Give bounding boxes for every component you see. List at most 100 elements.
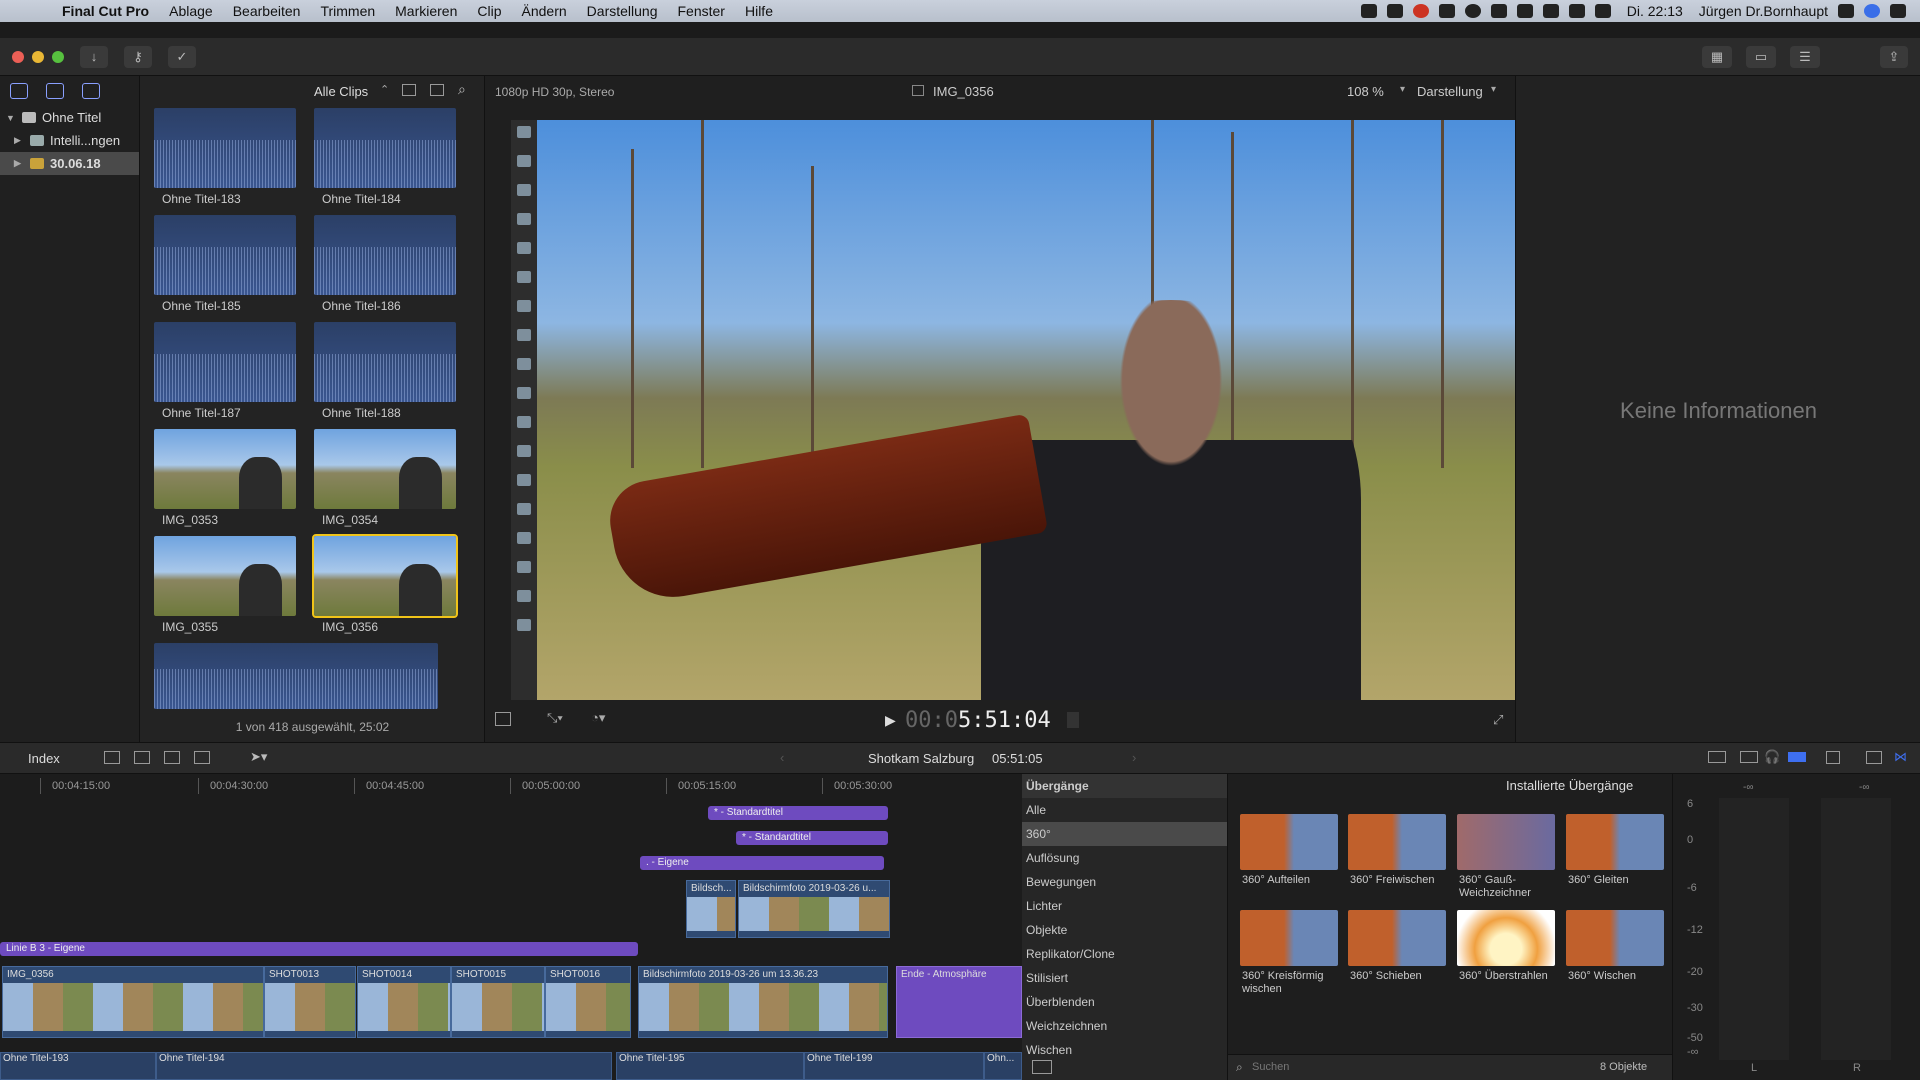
transition-item[interactable]: 360° Freiwischen (1348, 814, 1448, 887)
insert-clip-icon[interactable] (134, 751, 150, 764)
menu-hilfe[interactable]: Hilfe (735, 0, 783, 22)
history-forward-icon[interactable]: › (1132, 750, 1136, 765)
title-clip[interactable]: * - Standardtitel (708, 806, 888, 820)
sidebar-toggle-icon[interactable] (1032, 1060, 1052, 1074)
category-item[interactable]: Lichter (1022, 894, 1227, 918)
browser-clip-selected[interactable]: IMG_0356 (312, 534, 458, 634)
skimming-icon[interactable] (1740, 751, 1758, 763)
angle-filmstrip[interactable] (511, 120, 537, 700)
category-item[interactable]: Überblenden (1022, 990, 1227, 1014)
menu-trimmen[interactable]: Trimmen (310, 0, 385, 22)
browser-clip[interactable]: IMG_0354 (314, 429, 456, 527)
menu-darstellung[interactable]: Darstellung (577, 0, 668, 22)
show-timeline-button[interactable]: ▭ (1746, 46, 1776, 68)
volume-icon[interactable] (1568, 4, 1585, 18)
view-options-icon[interactable] (495, 712, 511, 726)
category-item-selected[interactable]: 360° (1022, 822, 1227, 846)
title-clip[interactable]: . - Eigene (640, 856, 884, 870)
flash-icon[interactable] (1386, 4, 1403, 18)
transition-item[interactable]: 360° Aufteilen (1240, 814, 1340, 887)
library-item-event[interactable]: ▶ 30.06.18 (0, 152, 139, 175)
clip-appearance-icon[interactable] (430, 84, 444, 96)
filter-chevron-icon[interactable]: ⌃ (380, 83, 389, 96)
list-view-icon[interactable] (402, 84, 416, 96)
view-menu[interactable]: Darstellung (1417, 84, 1483, 99)
browser-clip[interactable]: Ohne Titel-184 (314, 108, 456, 206)
menu-aendern[interactable]: Ändern (512, 0, 577, 22)
installed-transitions-menu[interactable]: Installierte Übergänge (1506, 778, 1633, 793)
audio-clip[interactable]: Ohne Titel-193 (0, 1052, 156, 1080)
category-item[interactable]: Objekte (1022, 918, 1227, 942)
airplay-icon[interactable] (1490, 4, 1507, 18)
chevron-down-icon[interactable]: ▾ (1491, 84, 1496, 95)
cloud-icon[interactable] (1438, 4, 1455, 18)
transitions-search-input[interactable]: Suchen (1252, 1061, 1289, 1073)
primary-clip[interactable]: SHOT0015 (451, 966, 545, 1038)
zoom-menu[interactable]: 108 % (1347, 84, 1384, 99)
menubar-clock[interactable]: Di. 22:13 (1627, 3, 1683, 19)
connect-clip-icon[interactable] (104, 751, 120, 764)
transition-item[interactable]: 360° Schieben (1348, 910, 1448, 983)
select-tool-icon[interactable]: ➤▾ (250, 749, 267, 765)
category-item[interactable]: Weichzeichnen (1022, 1014, 1227, 1038)
menu-ablage[interactable]: Ablage (159, 0, 223, 22)
primary-clip[interactable]: Bildschirmfoto 2019-03-26 um 13.36.23 (638, 966, 888, 1038)
snapping-icon[interactable] (1788, 752, 1806, 762)
audio-clip[interactable]: Ohn... (984, 1052, 1022, 1080)
effects-browser-icon[interactable] (1866, 751, 1882, 764)
titles-generators-icon[interactable] (82, 83, 100, 99)
transition-item[interactable]: 360° Gleiten (1566, 814, 1666, 887)
transition-item[interactable]: 360° Überstrahlen (1457, 910, 1557, 983)
history-back-icon[interactable]: ‹ (780, 750, 784, 765)
menu-clip[interactable]: Clip (467, 0, 511, 22)
category-item[interactable]: Alle (1022, 798, 1227, 822)
wifi-icon[interactable] (1542, 4, 1559, 18)
transform-tool-icon[interactable]: ⤡▾ (547, 710, 563, 726)
search-icon[interactable]: ⌕ (458, 81, 466, 98)
generator-clip[interactable]: Ende - Atmosphäre (896, 966, 1022, 1038)
keyboard-icon[interactable] (1594, 4, 1611, 18)
notification-center-icon[interactable] (1890, 4, 1906, 18)
menu-markieren[interactable]: Markieren (385, 0, 467, 22)
spotlight-search-icon[interactable] (1838, 4, 1854, 18)
category-item[interactable]: Wischen (1022, 1038, 1227, 1062)
photos-audio-icon[interactable] (46, 83, 64, 99)
background-tasks-button[interactable]: ✓ (168, 46, 196, 68)
video-frame[interactable] (511, 120, 1515, 700)
timeline-index-button[interactable]: Index (28, 751, 60, 766)
browser-clip[interactable]: IMG_0353 (154, 429, 296, 527)
menu-bearbeiten[interactable]: Bearbeiten (223, 0, 311, 22)
primary-clip[interactable]: IMG_0356 (2, 966, 264, 1038)
close-window-icon[interactable] (12, 51, 24, 63)
solo-headphones-icon[interactable]: 🎧 (1764, 749, 1780, 765)
record-icon[interactable] (1412, 4, 1429, 18)
disclosure-closed-icon[interactable]: ▶ (14, 135, 24, 146)
retime-icon[interactable]: ◔▾ (591, 710, 605, 726)
timeline[interactable]: 00:04:15:00 00:04:30:00 00:04:45:00 00:0… (0, 774, 1022, 1080)
audio-clip[interactable]: Ohne Titel-199 (804, 1052, 984, 1080)
bluetooth-icon[interactable] (1516, 4, 1533, 18)
disclosure-closed-icon[interactable]: ▶ (14, 158, 24, 169)
overwrite-clip-icon[interactable] (194, 751, 210, 764)
browser-clip[interactable]: Ohne Titel-188 (314, 322, 456, 420)
show-browser-button[interactable]: ▦ (1702, 46, 1732, 68)
timecode-display[interactable]: 00:05:51:04 (905, 708, 1051, 733)
browser-clip[interactable]: Ohne Titel-187 (154, 322, 296, 420)
browser-clip[interactable]: Ohne Titel-185 (154, 215, 296, 313)
play-icon[interactable]: ▶ (885, 712, 896, 729)
chevron-down-icon[interactable]: ▾ (1400, 84, 1405, 95)
connected-clip[interactable]: Bildschirmfoto 2019-03-26 u... (738, 880, 890, 938)
share-button[interactable]: ⇪ (1880, 46, 1908, 68)
minimize-window-icon[interactable] (32, 51, 44, 63)
time-machine-icon[interactable] (1464, 4, 1481, 18)
transition-item[interactable]: 360° Kreisförmig wischen (1240, 910, 1340, 996)
primary-clip[interactable]: SHOT0014 (357, 966, 451, 1038)
title-clip[interactable]: * - Standardtitel (736, 831, 888, 845)
zoom-window-icon[interactable] (52, 51, 64, 63)
libraries-icon[interactable] (10, 83, 28, 99)
primary-clip[interactable]: SHOT0016 (545, 966, 631, 1038)
clip-appearance-timeline-icon[interactable] (1826, 751, 1840, 764)
browser-clip[interactable]: Ohne Titel-186 (314, 215, 456, 313)
audio-clip[interactable]: Ohne Titel-194 (156, 1052, 612, 1080)
menubar-user[interactable]: Jürgen Dr.Bornhaupt (1699, 3, 1828, 19)
